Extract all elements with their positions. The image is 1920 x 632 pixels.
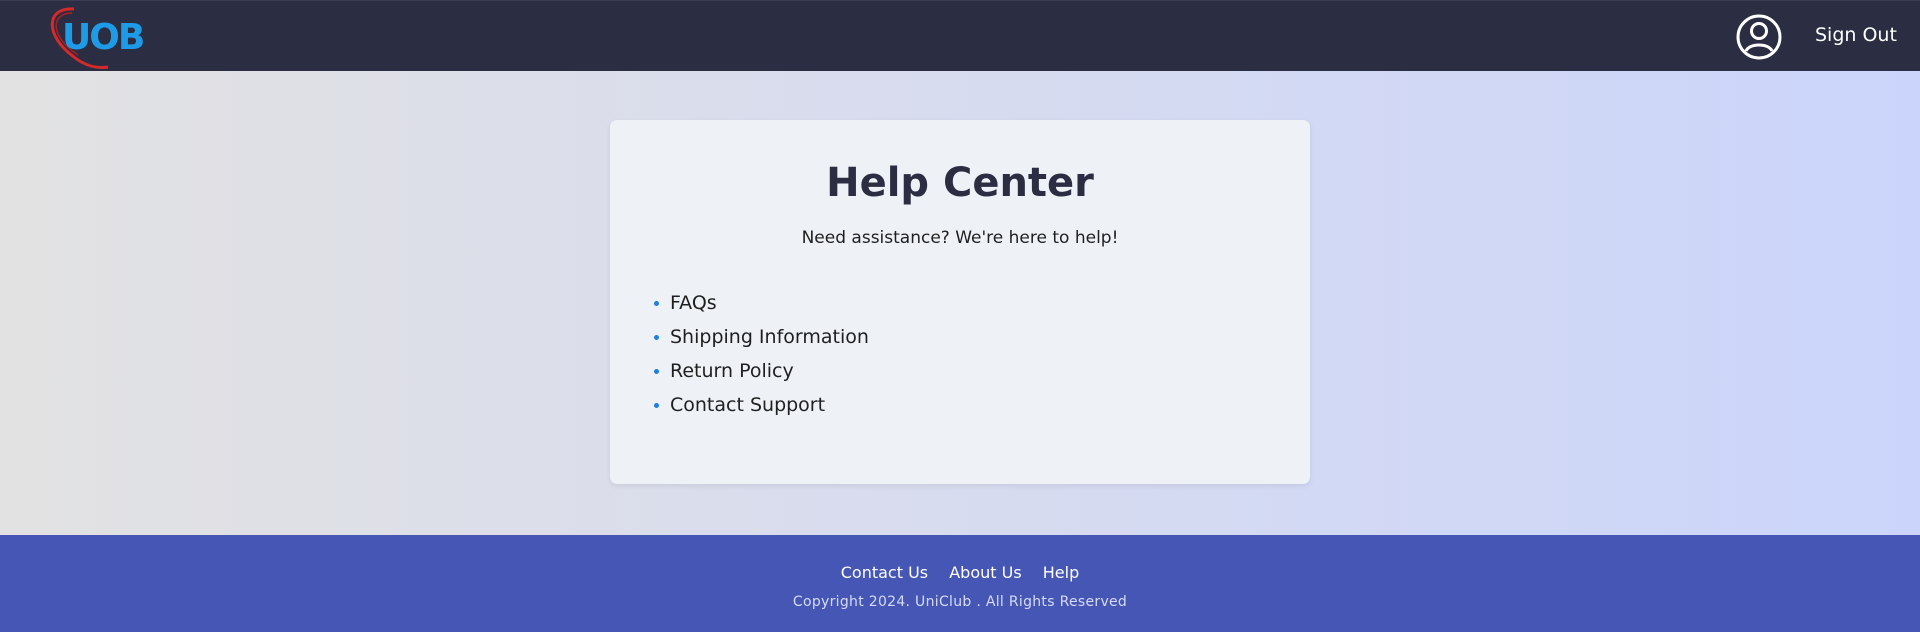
footer-link-help[interactable]: Help: [1043, 563, 1079, 582]
help-link-return-policy[interactable]: Return Policy: [654, 354, 869, 388]
sign-out-link[interactable]: Sign Out: [1815, 24, 1897, 46]
logo-text: UOB: [62, 17, 145, 58]
help-link-label: Contact Support: [670, 394, 826, 416]
footer: Contact Us About Us Help Copyright 2024.…: [0, 535, 1920, 632]
bullet-icon: [654, 335, 659, 340]
page-title: Help Center: [826, 160, 1094, 206]
help-link-faqs[interactable]: FAQs: [654, 286, 869, 320]
footer-links: Contact Us About Us Help: [0, 563, 1920, 582]
bullet-icon: [654, 301, 659, 306]
help-link-shipping-information[interactable]: Shipping Information: [654, 320, 869, 354]
footer-link-about-us[interactable]: About Us: [949, 563, 1021, 582]
help-center-card: Help Center Need assistance? We're here …: [610, 120, 1310, 484]
page-subtitle: Need assistance? We're here to help!: [801, 228, 1119, 248]
top-navbar: UOB Sign Out: [0, 0, 1920, 71]
bullet-icon: [654, 403, 659, 408]
help-link-label: FAQs: [670, 292, 717, 314]
bullet-icon: [654, 369, 659, 374]
help-links-list: FAQs Shipping Information Return Policy …: [654, 286, 869, 422]
user-profile-icon[interactable]: [1735, 13, 1783, 61]
uob-logo[interactable]: UOB: [44, 5, 148, 69]
help-link-label: Shipping Information: [670, 326, 869, 348]
help-link-contact-support[interactable]: Contact Support: [654, 388, 869, 422]
main-content: Help Center Need assistance? We're here …: [0, 71, 1920, 535]
footer-link-contact-us[interactable]: Contact Us: [841, 563, 928, 582]
copyright-text: Copyright 2024. UniClub . All Rights Res…: [792, 594, 1128, 610]
help-link-label: Return Policy: [670, 360, 794, 382]
